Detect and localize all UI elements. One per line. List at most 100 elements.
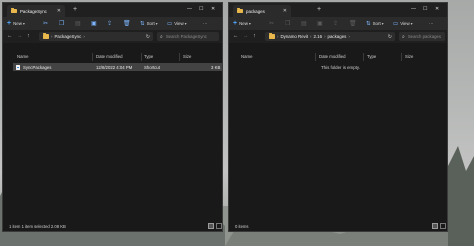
close-tab-icon[interactable]: ✕ [283, 8, 287, 14]
tiles-view-icon[interactable] [216, 223, 222, 229]
delete-button[interactable]: 🗑 [349, 19, 357, 28]
more-options-button[interactable]: ··· [429, 19, 433, 28]
scissors-icon: ✂ [43, 21, 49, 27]
view-icon: ▭ [393, 20, 399, 27]
sort-label: Sort [146, 21, 155, 26]
new-tab-button[interactable]: + [73, 6, 77, 14]
new-button[interactable]: + New ▾ [7, 19, 25, 28]
plus-icon: + [233, 20, 238, 27]
refresh-icon[interactable]: ↻ [388, 34, 392, 40]
tab-label: packages [246, 8, 265, 14]
chevron-right-icon: › [348, 34, 350, 39]
title-bar: PackageSync ✕ + — ☐ ✕ [3, 3, 222, 17]
file-size: 3 KB [211, 64, 221, 70]
breadcrumb-item[interactable]: Dynamo Revit [280, 34, 308, 39]
column-type[interactable]: Type [367, 54, 376, 59]
paste-button[interactable]: ▤ [301, 19, 307, 28]
sort-button[interactable]: ⇅ Sort ▾ [366, 19, 384, 28]
more-label: ··· [429, 21, 434, 26]
chevron-down-icon: ▾ [410, 21, 413, 26]
details-view-icon[interactable] [208, 223, 214, 229]
file-row[interactable]: SyncPackages 12/8/2022 4:04 PM Shortcut … [13, 63, 222, 71]
maximize-button[interactable]: ☐ [423, 5, 427, 14]
column-name[interactable]: Name [17, 54, 28, 59]
view-button[interactable]: ▭ View ▾ [167, 19, 187, 28]
copy-button[interactable]: ❐ [285, 19, 290, 28]
rename-icon: ▣ [317, 21, 323, 27]
cut-button[interactable]: ✂ [269, 19, 274, 28]
explorer-window-packages: packages ✕ + — ☐ ✕ + New ▾ ✂ ❐ ▤ ▣ ⇪ 🗑 ⇅… [228, 2, 448, 232]
file-name: SyncPackages [23, 64, 52, 70]
chevron-right-icon: › [83, 34, 85, 39]
status-text: 0 items [235, 224, 249, 229]
column-size[interactable]: Size [183, 54, 191, 59]
cut-button[interactable]: ✂ [43, 19, 48, 28]
chevron-right-icon: › [310, 34, 312, 39]
search-box[interactable]: ⌕ Search packages [399, 32, 445, 41]
tab-packagesync[interactable]: PackageSync ✕ [7, 5, 65, 17]
folder-icon [43, 33, 49, 39]
back-button[interactable]: ← [233, 32, 239, 41]
tiles-view-icon[interactable] [440, 223, 446, 229]
plus-icon: + [7, 20, 12, 27]
rename-button[interactable]: ▣ [317, 19, 323, 28]
search-box[interactable]: ⌕ Search PackageSync [157, 32, 219, 41]
chevron-down-icon: ▾ [184, 21, 187, 26]
column-headers: Name Date modified Type Size [3, 53, 222, 61]
column-date-modified[interactable]: Date modified [319, 54, 346, 59]
share-button[interactable]: ⇪ [107, 19, 112, 28]
more-options-button[interactable]: ··· [203, 19, 207, 28]
delete-button[interactable]: 🗑 [123, 19, 131, 28]
details-view-icon[interactable] [432, 223, 438, 229]
folder-icon [11, 7, 17, 14]
rename-button[interactable]: ▣ [91, 19, 97, 28]
status-bar: 0 items [229, 221, 447, 231]
column-divider[interactable] [141, 53, 142, 61]
sort-label: Sort [372, 21, 381, 26]
chevron-down-icon: ▾ [381, 21, 384, 26]
sort-button[interactable]: ⇅ Sort ▾ [140, 19, 158, 28]
minimize-button[interactable]: — [411, 5, 416, 14]
tab-packages[interactable]: packages ✕ [233, 5, 291, 17]
back-button[interactable]: ← [7, 32, 13, 41]
maximize-button[interactable]: ☐ [199, 5, 203, 14]
column-size[interactable]: Size [405, 54, 413, 59]
paste-button[interactable]: ▤ [75, 19, 81, 28]
column-name[interactable]: Name [241, 54, 252, 59]
breadcrumb-item[interactable]: packages [328, 34, 347, 39]
forward-button[interactable]: → [243, 32, 249, 41]
chevron-right-icon: › [51, 34, 53, 39]
copy-button[interactable]: ❐ [59, 19, 64, 28]
view-button[interactable]: ▭ View ▾ [393, 19, 413, 28]
explorer-window-packagesync: PackageSync ✕ + — ☐ ✕ + New ▾ ✂ ❐ ▤ ▣ ⇪ … [2, 2, 223, 232]
paste-icon: ▤ [75, 21, 81, 27]
new-button[interactable]: + New ▾ [233, 19, 251, 28]
close-window-button[interactable]: ✕ [435, 5, 439, 14]
scissors-icon: ✂ [269, 21, 275, 27]
column-divider[interactable] [315, 53, 316, 61]
refresh-icon[interactable]: ↻ [146, 34, 150, 40]
column-type[interactable]: Type [144, 54, 153, 59]
up-button[interactable]: ↑ [27, 32, 30, 41]
breadcrumb-item[interactable]: PackageSync [54, 34, 81, 39]
column-divider[interactable] [401, 53, 402, 61]
column-date-modified[interactable]: Date modified [96, 54, 123, 59]
close-window-button[interactable]: ✕ [211, 5, 215, 14]
new-tab-button[interactable]: + [317, 6, 321, 14]
search-icon: ⌕ [402, 33, 405, 40]
breadcrumb-item[interactable]: 2.16 [314, 34, 323, 39]
close-tab-icon[interactable]: ✕ [57, 8, 61, 14]
minimize-button[interactable]: — [187, 5, 192, 14]
forward-button[interactable]: → [17, 32, 23, 41]
address-field[interactable]: › PackageSync › ↻ [39, 32, 153, 41]
column-divider[interactable] [363, 53, 364, 61]
up-button[interactable]: ↑ [253, 32, 256, 41]
address-field[interactable]: › Dynamo Revit › 2.16 › packages › ↻ [265, 32, 395, 41]
column-divider[interactable] [92, 53, 93, 61]
address-bar-row: ← → ↑ › PackageSync › ↻ ⌕ Search Package… [3, 30, 222, 43]
column-divider[interactable] [179, 53, 180, 61]
trash-icon: 🗑 [349, 21, 357, 27]
copy-icon: ❐ [285, 21, 291, 27]
share-button[interactable]: ⇪ [333, 19, 338, 28]
file-date: 12/8/2022 4:04 PM [96, 64, 133, 70]
